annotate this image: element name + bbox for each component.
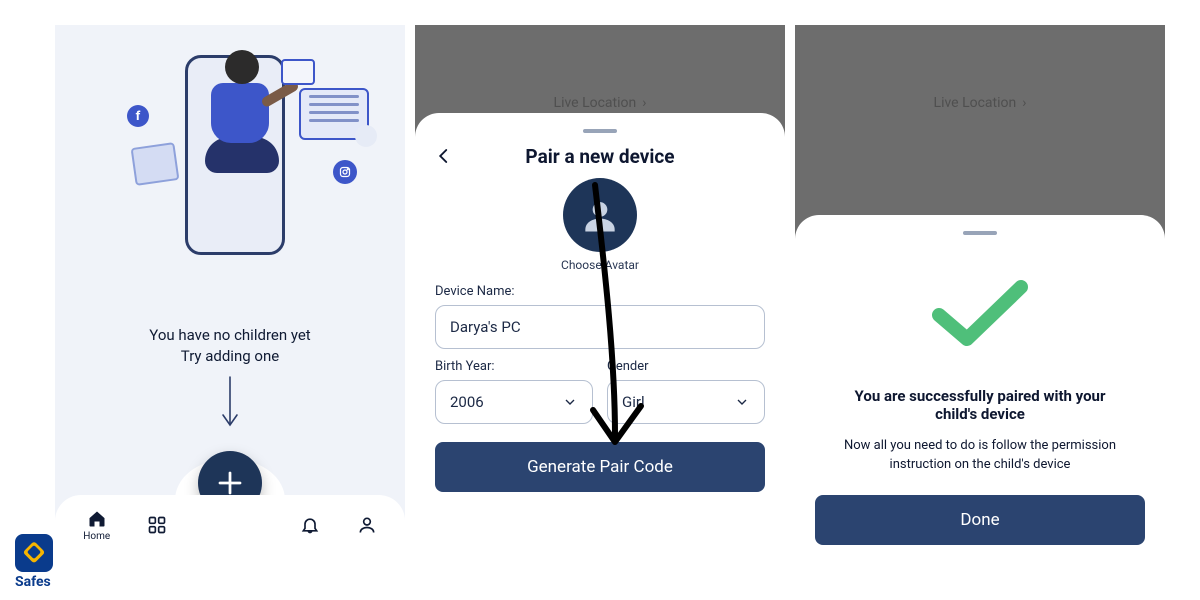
pair-sheet: Pair a new device Choose Avatar Device N… — [415, 113, 785, 555]
bell-icon — [300, 515, 320, 535]
dimmed-background: Live Location› — [795, 25, 1165, 145]
app-name: Safes — [15, 574, 51, 590]
avatar-placeholder-icon — [563, 178, 637, 252]
birth-year-label: Birth Year: — [435, 359, 593, 374]
facebook-icon: f — [127, 105, 149, 127]
speech-bubble-icon — [281, 59, 315, 85]
empty-state-text: You have no children yet Try adding one — [55, 325, 405, 367]
success-heading: You are successfully paired with your ch… — [815, 387, 1145, 423]
screen-home: f You have no children yet Try adding on… — [55, 25, 405, 555]
gender-value: Girl — [622, 393, 645, 411]
hero-illustration: f — [55, 25, 405, 265]
live-location-pill: Live Location› — [934, 95, 1027, 111]
sheet-drag-handle[interactable] — [583, 129, 617, 133]
gender-select[interactable]: Girl — [607, 380, 765, 424]
success-check-icon — [925, 273, 1035, 357]
back-button[interactable] — [435, 147, 453, 169]
app-badge: Safes — [15, 534, 53, 590]
device-name-label: Device Name: — [435, 284, 765, 299]
choose-avatar[interactable]: Choose Avatar — [435, 178, 765, 272]
photo-icon — [131, 142, 180, 186]
device-name-input[interactable] — [435, 305, 765, 349]
arrow-down-icon — [221, 375, 239, 433]
empty-state-title: You have no children yet — [55, 325, 405, 346]
screen-success: Live Location› You are successfully pair… — [795, 25, 1165, 555]
tab-home-label: Home — [83, 531, 110, 542]
choose-avatar-label: Choose Avatar — [561, 258, 639, 272]
instagram-icon — [333, 160, 357, 184]
birth-year-select[interactable]: 2006 — [435, 380, 593, 424]
chevron-down-icon — [562, 394, 578, 410]
bottom-tabbar: Home — [55, 495, 405, 555]
generate-pair-code-button[interactable]: Generate Pair Code — [435, 442, 765, 492]
star-badge-icon — [355, 125, 377, 147]
birth-year-value: 2006 — [450, 393, 484, 411]
empty-state-subtitle: Try adding one — [55, 346, 405, 367]
home-icon — [87, 509, 107, 529]
grid-icon — [147, 515, 167, 535]
tab-grid[interactable] — [147, 515, 167, 535]
sheet-drag-handle[interactable] — [963, 231, 997, 235]
tab-home[interactable]: Home — [83, 509, 110, 542]
app-logo-icon — [15, 534, 53, 572]
profile-icon — [357, 515, 377, 535]
chevron-left-icon — [435, 147, 453, 165]
success-sheet: You are successfully paired with your ch… — [795, 215, 1165, 555]
screen-pair-device: Live Location› Pair a new device Choose … — [415, 25, 785, 555]
success-subtext: Now all you need to do is follow the per… — [815, 437, 1145, 475]
chevron-down-icon — [734, 394, 750, 410]
done-button[interactable]: Done — [815, 495, 1145, 545]
live-location-pill: Live Location› — [554, 95, 647, 111]
tab-notifications[interactable] — [300, 515, 320, 535]
tab-profile[interactable] — [357, 515, 377, 535]
gender-label: Gender — [607, 359, 765, 374]
sheet-title: Pair a new device — [525, 145, 674, 168]
